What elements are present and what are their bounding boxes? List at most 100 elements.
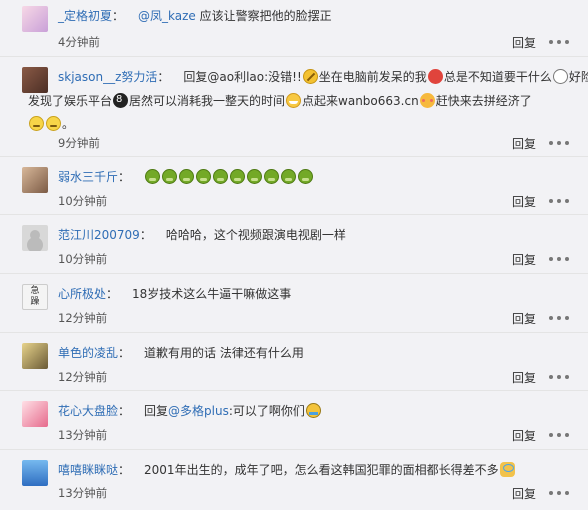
comment-item: 急 躁 心所极处： 18岁技术这么牛逼干嘛做这事 12分钟前 回复 <box>0 274 588 333</box>
reply-button[interactable]: 回复 <box>512 135 536 152</box>
reply-button[interactable]: 回复 <box>512 427 536 444</box>
angry-emoji-icon <box>162 169 178 184</box>
eight-ball-emoji-icon <box>113 93 129 108</box>
mention-link[interactable]: @多格plus <box>168 404 229 418</box>
angry-emoji-icon <box>145 169 161 184</box>
angry-emoji-icon <box>213 169 229 184</box>
username[interactable]: 弱水三千斤 <box>58 170 118 184</box>
angry-emoji-icon <box>298 169 314 184</box>
comment-line: skjason__z努力活： 回复@ao利lao:没错!! 坐在电脑前发呆的我 总是不… <box>58 64 588 90</box>
comment-text: :可以了啊你们 <box>228 404 305 418</box>
comment-text: 总是不知道要干什么 <box>443 70 552 84</box>
comment-text: 回复@ao利lao:没错!! <box>183 70 302 84</box>
facepalm-emoji-icon <box>499 462 515 477</box>
more-options-icon[interactable] <box>549 252 569 266</box>
timestamp: 10分钟前 <box>58 252 108 266</box>
comment-item: 花心大盘脸： 回复@多格plus:可以了啊你们 13分钟前 回复 <box>0 391 588 450</box>
more-options-icon[interactable] <box>549 428 569 442</box>
more-options-icon[interactable] <box>549 136 569 150</box>
avatar[interactable] <box>22 167 48 193</box>
comment-text: 点起来wanbo663.cn <box>302 94 419 108</box>
username[interactable]: 心所极处 <box>58 287 106 301</box>
smile-emoji-icon <box>46 116 61 131</box>
comment-text: 好险 <box>568 70 588 84</box>
colon: ： <box>118 346 131 360</box>
shy-emoji-icon <box>419 93 435 108</box>
timestamp: 9分钟前 <box>58 136 100 150</box>
colon: ： <box>118 463 131 477</box>
colon: ： <box>118 170 131 184</box>
timestamp: 12分钟前 <box>58 311 108 325</box>
username[interactable]: 嘻嘻眯眯哒 <box>58 463 118 477</box>
more-options-icon[interactable] <box>549 194 569 208</box>
comment-line: 花心大盘脸： 回复@多格plus:可以了啊你们 <box>58 401 568 422</box>
reply-prefix: 回复 <box>144 404 169 418</box>
reply-button[interactable]: 回复 <box>512 34 536 51</box>
comment-line: 心所极处： 18岁技术这么牛逼干嘛做这事 <box>58 284 568 305</box>
more-options-icon[interactable] <box>549 35 569 49</box>
username[interactable]: 花心大盘脸 <box>58 404 118 418</box>
comment-text: 赶快来去拼经济了 <box>435 94 532 108</box>
username[interactable]: skjason__z努力活 <box>58 70 157 84</box>
reply-button[interactable]: 回复 <box>512 193 536 210</box>
colon: ： <box>139 228 152 242</box>
colon: ： <box>157 70 170 84</box>
comment-text: 道歉有用的话 法律还有什么用 <box>144 346 304 360</box>
more-options-icon[interactable] <box>549 370 569 384</box>
comment-line: _定格初夏： @凤_kaze 应该让警察把他的脸摆正 <box>58 6 568 27</box>
comment-line: 弱水三千斤： <box>58 167 568 188</box>
avatar[interactable] <box>22 460 48 486</box>
comment-item: 嘻嘻眯眯哒： 2001年出生的，成年了吧，怎么看这韩国犯罪的面相都长得差不多 13… <box>0 450 588 510</box>
grin-emoji-icon <box>286 93 302 108</box>
angry-emoji-icon <box>196 169 212 184</box>
avatar[interactable] <box>22 401 48 427</box>
username[interactable]: 单色的凌乱 <box>58 346 118 360</box>
comment-line: 。 <box>28 113 568 135</box>
timestamp: 12分钟前 <box>58 370 108 384</box>
mention-link[interactable]: @凤_kaze <box>138 9 196 23</box>
comment-text: 应该让警察把他的脸摆正 <box>195 9 332 23</box>
colon: ： <box>118 404 131 418</box>
avatar[interactable] <box>22 343 48 369</box>
more-options-icon[interactable] <box>549 486 569 500</box>
emoji-row <box>144 169 314 184</box>
avatar[interactable]: 急 躁 <box>22 284 48 310</box>
angry-emoji-icon <box>281 169 297 184</box>
comment-item: _定格初夏： @凤_kaze 应该让警察把他的脸摆正 4分钟前 回复 <box>0 0 588 57</box>
comment-text: 2001年出生的，成年了吧，怎么看这韩国犯罪的面相都长得差不多 <box>144 463 499 477</box>
comment-line: 发现了娱乐平台 居然可以消耗我一整天的时间 点起来wanbo663.cn 赶快来去拼经… <box>28 90 568 112</box>
comment-text: 发现了娱乐平台 <box>28 94 113 108</box>
angry-emoji-icon <box>247 169 263 184</box>
reply-button[interactable]: 回复 <box>512 310 536 327</box>
timestamp: 13分钟前 <box>58 486 108 500</box>
timestamp: 13分钟前 <box>58 428 108 442</box>
more-options-icon[interactable] <box>549 311 569 325</box>
comment-item: 弱水三千斤： 10分钟前 回复 <box>0 157 588 215</box>
comment-text: 。 <box>62 117 75 131</box>
ban-emoji-icon <box>302 69 318 84</box>
avatar[interactable] <box>22 6 48 32</box>
comment-line: 范江川200709： 哈哈哈，这个视频跟演电视剧一样 <box>58 225 568 246</box>
comment-text: 坐在电脑前发呆的我 <box>318 70 427 84</box>
reply-button[interactable]: 回复 <box>512 251 536 268</box>
comment-line: 嘻嘻眯眯哒： 2001年出生的，成年了吧，怎么看这韩国犯罪的面相都长得差不多 <box>58 460 568 481</box>
comment-text: 18岁技术这么牛逼干嘛做这事 <box>132 287 292 301</box>
angry-emoji-icon <box>264 169 280 184</box>
username[interactable]: _定格初夏 <box>58 9 112 23</box>
angry-emoji-icon <box>230 169 246 184</box>
timestamp: 4分钟前 <box>58 35 100 49</box>
red-emoji-icon <box>427 69 443 84</box>
smile-emoji-icon <box>29 116 44 131</box>
comment-item: skjason__z努力活： 回复@ao利lao:没错!! 坐在电脑前发呆的我 总是不… <box>0 57 588 157</box>
reply-button[interactable]: 回复 <box>512 369 536 386</box>
comment-item: 单色的凌乱： 道歉有用的话 法律还有什么用 12分钟前 回复 <box>0 333 588 391</box>
username[interactable]: 范江川200709 <box>58 228 140 242</box>
reply-button[interactable]: 回复 <box>512 485 536 502</box>
comment-text: 居然可以消耗我一整天的时间 <box>129 94 286 108</box>
neutral-emoji-icon <box>552 69 568 84</box>
comment-list: _定格初夏： @凤_kaze 应该让警察把他的脸摆正 4分钟前 回复 skjaso… <box>0 0 588 504</box>
timestamp: 10分钟前 <box>58 194 108 208</box>
avatar[interactable] <box>22 225 48 251</box>
comment-line: 单色的凌乱： 道歉有用的话 法律还有什么用 <box>58 343 568 364</box>
comment-item: 范江川200709： 哈哈哈，这个视频跟演电视剧一样 10分钟前 回复 <box>0 215 588 274</box>
